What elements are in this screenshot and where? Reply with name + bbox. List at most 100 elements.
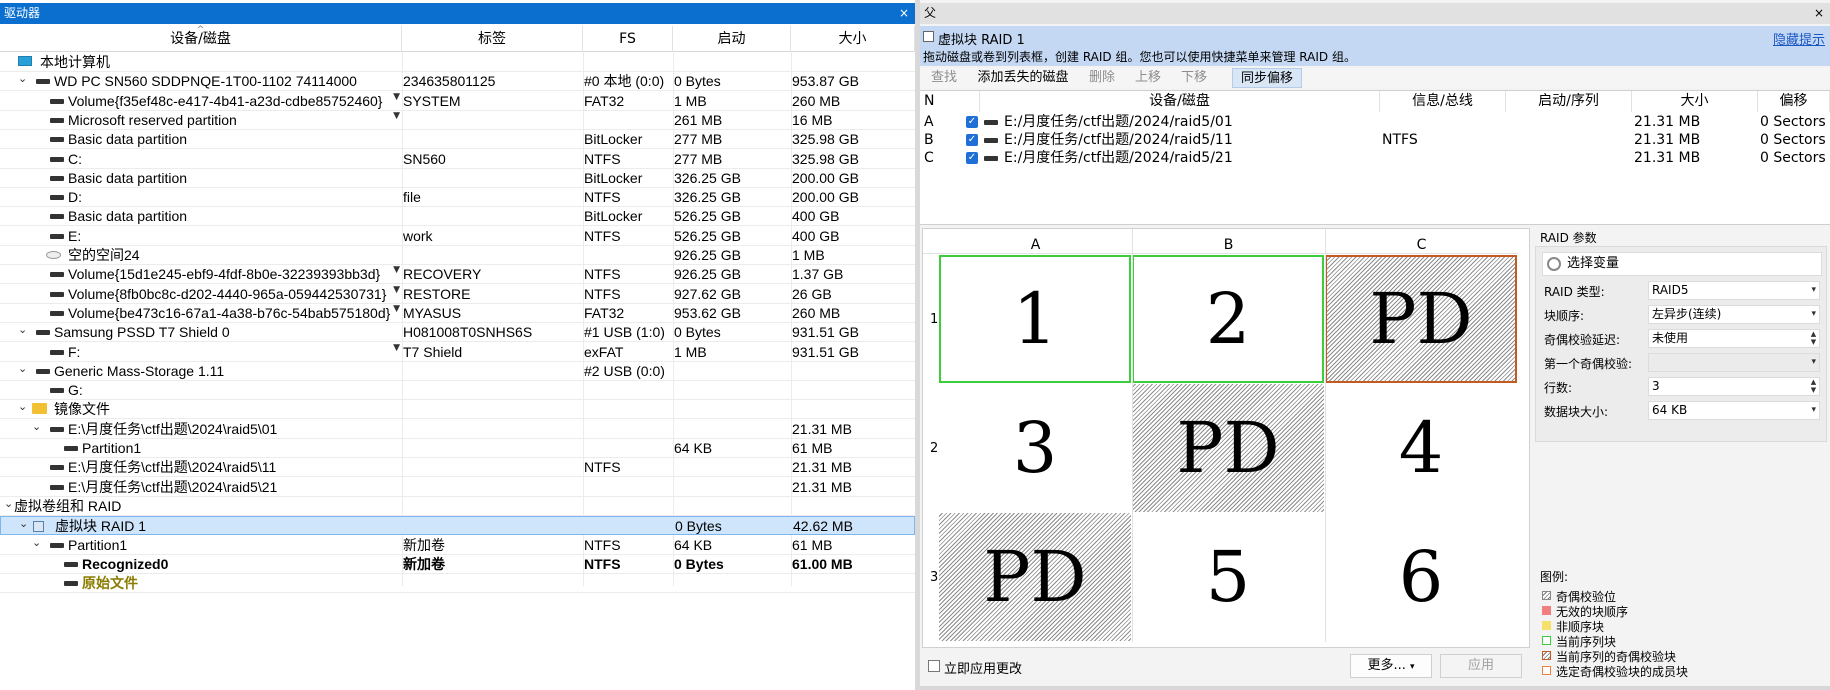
tree-row[interactable]: D: file NTFS 326.25 GB 200.00 GB	[0, 188, 915, 208]
member-device: E:/月度任务/ctf出题/2024/raid5/01	[1004, 114, 1233, 130]
data-block[interactable]: 5	[1132, 513, 1324, 641]
parity-block[interactable]: PD	[1325, 255, 1517, 383]
data-block[interactable]: 4	[1325, 384, 1517, 512]
drives-close-icon[interactable]: ×	[899, 3, 909, 24]
tree-row[interactable]: 原始文件	[0, 574, 915, 594]
param-spinner[interactable]: 3 ▲ ▼	[1648, 377, 1820, 396]
th-device[interactable]: 设备/磁盘	[980, 91, 1380, 112]
disk-icon	[50, 233, 64, 239]
th-start[interactable]: 启动/序列	[1506, 91, 1632, 112]
dropdown-arrow-icon[interactable]: ▼	[393, 285, 400, 295]
tree-row[interactable]: Volume{8fb0bc8c-d202-4440-965a-059442530…	[0, 285, 915, 304]
col-size-header[interactable]: 大小	[791, 26, 915, 52]
expand-chevron-icon[interactable]: ⌄	[19, 517, 28, 530]
tree-row[interactable]: ⌄ WD PC SN560 SDDPNQE-1T00-1102 74114000 2…	[0, 72, 915, 92]
spinner-arrows-icon[interactable]: ▲ ▼	[1809, 330, 1818, 347]
tree-row[interactable]: E:\月度任务\ctf出题\2024\raid5\11 NTFS 21.31 MB	[0, 458, 915, 478]
param-dropdown[interactable]: 左异步(连续) ▾	[1648, 305, 1820, 324]
member-checkbox[interactable]: ✓	[966, 152, 978, 164]
device-name: Basic data partition	[68, 208, 188, 225]
tree-row[interactable]: G:	[0, 381, 915, 401]
tree-row[interactable]: Recognized0 新加卷 NTFS 0 Bytes 61.00 MB	[0, 555, 915, 574]
filesystem: BitLocker	[584, 208, 643, 225]
col-device-header[interactable]: ^ 设备/磁盘	[0, 25, 402, 52]
device-name: Volume{8fb0bc8c-d202-4440-965a-059442530…	[68, 285, 387, 302]
member-row[interactable]: C ✓ E:/月度任务/ctf出题/2024/raid5/21 21.31 MB 0 S…	[920, 149, 1830, 167]
tree-row[interactable]: ⌄ 虚拟块 RAID 1 0 Bytes 42.62 MB	[0, 516, 915, 536]
parity-block[interactable]: PD	[939, 513, 1131, 641]
member-letter: B	[924, 132, 934, 148]
more-button[interactable]: 更多... ▾	[1350, 654, 1432, 678]
member-row[interactable]: A ✓ E:/月度任务/ctf出题/2024/raid5/01 21.31 MB 0 S…	[920, 113, 1830, 131]
expand-chevron-icon[interactable]: ⌄	[18, 323, 27, 336]
tree-row[interactable]: F: ▼ T7 Shield exFAT 1 MB 931.51 GB	[0, 343, 915, 362]
th-info[interactable]: 信息/总线	[1380, 91, 1506, 112]
tree-row[interactable]: ⌄ 镜像文件	[0, 400, 915, 420]
expand-chevron-icon[interactable]: ⌄	[18, 362, 27, 375]
tree-row[interactable]: 本地计算机	[0, 53, 915, 72]
tree-row[interactable]: 空的空间24 926.25 GB 1 MB	[0, 246, 915, 265]
dropdown-arrow-icon[interactable]: ▼	[393, 111, 400, 121]
parity-block[interactable]: PD	[1132, 384, 1324, 512]
spinner-arrows-icon[interactable]: ▲ ▼	[1809, 378, 1818, 395]
param-dropdown[interactable]: RAID5 ▾	[1648, 281, 1820, 300]
param-row: RAID 类型: RAID5 ▾	[1542, 281, 1826, 301]
tree-row[interactable]: ⌄ Generic Mass-Storage 1.11 #2 USB (0:0)	[0, 362, 915, 381]
delete-button[interactable]: 删除	[1084, 68, 1120, 88]
tree-row[interactable]: E:\月度任务\ctf出题\2024\raid5\21 21.31 MB	[0, 478, 915, 497]
data-block[interactable]: 3	[939, 384, 1131, 512]
th-offset[interactable]: 偏移	[1758, 91, 1830, 112]
grid-divider	[923, 253, 1518, 254]
apply-immediately-checkbox[interactable]	[928, 660, 940, 672]
data-block[interactable]: 2	[1132, 255, 1324, 383]
tree-row[interactable]: ⌄ E:\月度任务\ctf出题\2024\raid5\01 21.31 MB	[0, 420, 915, 439]
dropdown-arrow-icon[interactable]: ▼	[393, 304, 400, 314]
move-down-button[interactable]: 下移	[1176, 68, 1212, 88]
th-n[interactable]: N	[920, 91, 980, 112]
device-name: E:\月度任务\ctf出题\2024\raid5\11	[68, 459, 277, 476]
expand-chevron-icon[interactable]: ⌄	[18, 400, 27, 413]
raid-close-icon[interactable]: ×	[1814, 3, 1824, 24]
tree-row[interactable]: C: SN560 NTFS 277 MB 325.98 GB	[0, 150, 915, 169]
tree-row[interactable]: ⌄ Samsung PSSD T7 Shield 0 H081008T0SNHS6S…	[0, 323, 915, 343]
find-button[interactable]: 查找	[926, 68, 962, 88]
sync-offset-button[interactable]: 同步偏移	[1232, 68, 1302, 88]
member-checkbox[interactable]: ✓	[966, 134, 978, 146]
volume-label: H081008T0SNHS6S	[403, 324, 533, 341]
dropdown-arrow-icon[interactable]: ▼	[393, 265, 400, 275]
tree-row[interactable]: Basic data partition BitLocker 526.25 GB 40…	[0, 207, 915, 227]
param-field[interactable]: ▾	[1648, 353, 1820, 372]
expand-chevron-icon[interactable]: ⌄	[32, 420, 41, 433]
data-block[interactable]: 6	[1325, 513, 1517, 641]
param-spinner[interactable]: 未使用 ▲ ▼	[1648, 329, 1820, 348]
dropdown-arrow-icon[interactable]: ▼	[393, 343, 400, 353]
tree-row[interactable]: Volume{15d1e245-ebf9-4fdf-8b0e-32239393b…	[0, 265, 915, 285]
move-up-button[interactable]: 上移	[1130, 68, 1166, 88]
tree-row[interactable]: E: work NTFS 526.25 GB 400 GB	[0, 227, 915, 246]
hide-tips-link[interactable]: 隐藏提示	[1773, 29, 1825, 48]
param-dropdown[interactable]: 64 KB ▾	[1648, 401, 1820, 420]
member-row[interactable]: B ✓ E:/月度任务/ctf出题/2024/raid5/11 NTFS 21.31 M…	[920, 131, 1830, 149]
select-variant-button[interactable]: 选择变量	[1542, 252, 1822, 276]
size	[791, 381, 915, 400]
tree-row[interactable]: Microsoft reserved partition ▼ 261 MB 16 MB	[0, 111, 915, 130]
tree-row[interactable]: Volume{be473c16-67a1-4a38-b76c-54bab5751…	[0, 304, 915, 323]
expand-chevron-icon[interactable]: ⌄	[18, 72, 27, 85]
add-missing-disk-button[interactable]: 添加丢失的磁盘	[970, 68, 1076, 88]
th-size[interactable]: 大小	[1632, 91, 1758, 112]
expand-chevron-icon[interactable]: ⌄	[4, 497, 13, 510]
tree-row[interactable]: Basic data partition BitLocker 277 MB 325.9…	[0, 130, 915, 150]
col-label-header[interactable]: 标签	[402, 26, 583, 52]
data-block[interactable]: 1	[939, 255, 1131, 383]
dropdown-arrow-icon[interactable]: ▼	[393, 92, 400, 102]
apply-button[interactable]: 应用	[1440, 654, 1522, 678]
tree-row[interactable]: ⌄ Partition1 新加卷 NTFS 64 KB 61 MB	[0, 536, 915, 555]
tree-row[interactable]: Partition1 64 KB 61 MB	[0, 439, 915, 458]
col-fs-header[interactable]: FS	[583, 26, 673, 52]
col-start-header[interactable]: 启动	[673, 26, 791, 52]
tree-row[interactable]: Volume{f35ef48c-e417-4b41-a23d-cdbe85752…	[0, 92, 915, 111]
tree-row[interactable]: ⌄ 虚拟卷组和 RAID	[0, 497, 915, 516]
tree-row[interactable]: Basic data partition BitLocker 326.25 GB 20…	[0, 169, 915, 188]
expand-chevron-icon[interactable]: ⌄	[32, 536, 41, 549]
member-checkbox[interactable]: ✓	[966, 116, 978, 128]
